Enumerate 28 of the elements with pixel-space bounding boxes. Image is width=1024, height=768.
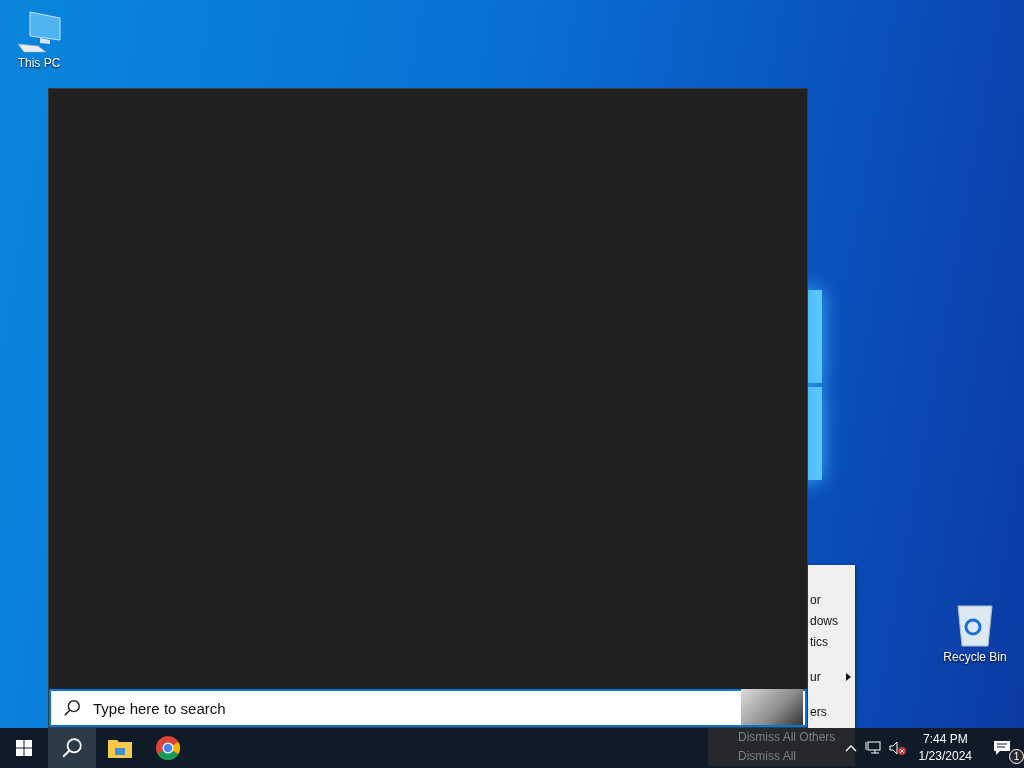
- search-box[interactable]: Type here to search: [49, 689, 807, 727]
- menu-item[interactable]: dows: [808, 610, 855, 631]
- search-button[interactable]: [48, 728, 96, 768]
- notifications-button[interactable]: 1: [980, 728, 1024, 768]
- browser-icon: [156, 736, 180, 760]
- message-icon: [993, 740, 1011, 756]
- menu-item[interactable]: Dismiss All: [738, 747, 855, 766]
- picture-placeholder: [741, 689, 803, 725]
- notification-count: 1: [1009, 749, 1024, 764]
- chevron-up-icon: [844, 744, 857, 752]
- desktop-icon-label[interactable]: Recycle Bin: [943, 650, 1007, 664]
- menu-item[interactable]: ers: [808, 701, 855, 722]
- search-input[interactable]: Type here to search: [91, 698, 733, 718]
- computer-icon: [16, 10, 62, 54]
- network-icon: [864, 741, 881, 755]
- recycle-bin-icon: [955, 602, 995, 648]
- menu-item[interactable]: tics: [808, 631, 855, 652]
- submenu-arrow-icon: [846, 672, 851, 681]
- search-icon: [63, 699, 81, 717]
- search-icon: [61, 737, 83, 759]
- menu-item[interactable]: or: [808, 589, 855, 610]
- desktop-icon-label[interactable]: This PC: [17, 56, 61, 70]
- folder-icon: [108, 738, 132, 758]
- windows-logo-icon: [16, 740, 32, 756]
- muted-speaker-icon: [888, 741, 907, 755]
- menu-item[interactable]: Dismiss All Others: [738, 728, 855, 747]
- clock[interactable]: 7:44 PM 1/23/2024: [910, 728, 980, 768]
- menu-item[interactable]: ur: [808, 666, 855, 687]
